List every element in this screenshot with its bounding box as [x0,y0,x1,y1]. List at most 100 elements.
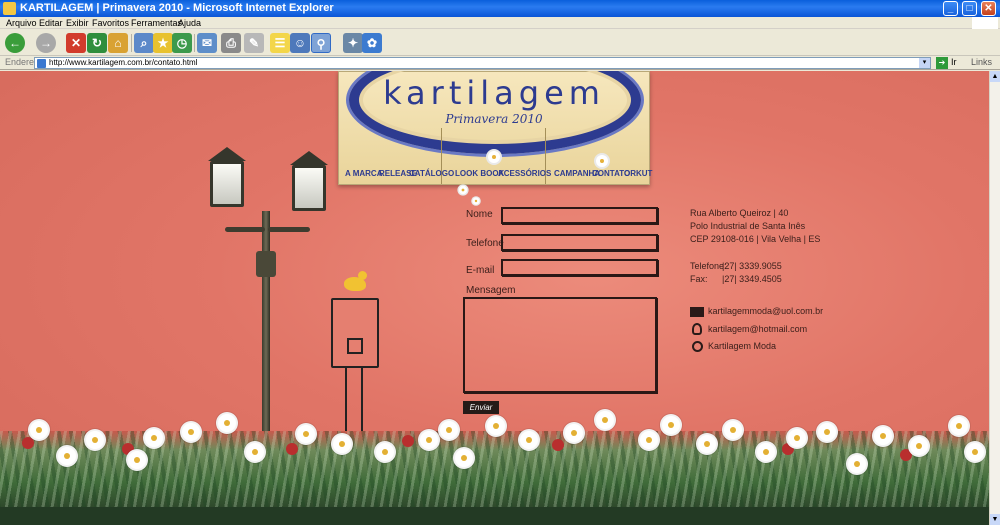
favorites-icon[interactable]: ★ [153,33,173,53]
contact-orkut-link[interactable]: Kartilagem Moda [708,341,776,351]
daisy-flower [520,431,538,449]
research-icon[interactable]: ⚲ [311,33,331,53]
print-icon[interactable]: ⎙ [221,33,241,53]
search-icon[interactable]: ⌕ [134,33,154,53]
nav-look-book[interactable]: LOOK BOOK [455,169,504,178]
mensagem-label: Mensagem [466,285,516,296]
mensagem-textarea[interactable] [463,297,657,393]
daisy-flower [950,417,968,435]
menu-exibir[interactable]: Exibir [66,17,89,29]
back-icon[interactable]: ← [5,33,25,53]
daisy-flower [246,443,264,461]
menu-arquivo[interactable]: Arquivo [6,17,37,29]
decor-flower [488,151,500,163]
daisy-flower [376,443,394,461]
address-field[interactable]: http://www.kartilagem.com.br/contato.htm… [34,57,931,69]
daisy-flower [724,421,742,439]
windows-logo [972,17,998,29]
close-button[interactable]: ✕ [981,1,996,16]
window-title: KARTILAGEM | Primavera 2010 - Microsoft … [20,2,334,14]
menu-ferramentas[interactable]: Ferramentas [131,17,182,29]
daisy-flower [182,423,200,441]
address-url[interactable]: http://www.kartilagem.com.br/contato.htm… [49,57,198,69]
lamp-ornament [256,251,276,277]
telefone-input[interactable] [501,234,658,251]
fax-info-value: |27| 3349.4505 [722,274,782,284]
stop-icon[interactable]: ✕ [66,33,86,53]
orkut-icon [692,341,703,352]
daisy-flower [640,431,658,449]
minimize-button[interactable]: _ [943,1,958,16]
daisy-flower [818,423,836,441]
home-icon[interactable]: ⌂ [108,33,128,53]
menu-ajuda[interactable]: Ajuda [178,17,201,29]
links-button[interactable]: Links [971,57,992,67]
ground-strip [0,507,989,525]
butterfly-icon[interactable]: ✿ [362,33,382,53]
daisy-flower [30,421,48,439]
discuss-icon[interactable]: ☰ [270,33,290,53]
daisy-flower [58,447,76,465]
menu-editar[interactable]: Editar [39,17,63,29]
mail-icon[interactable]: ✉ [197,33,217,53]
nav-a-marca[interactable]: A MARCA [345,169,382,178]
address-line-2: Polo Industrial de Santa Inês [690,221,806,231]
menu-bar: Arquivo Editar Exibir Favoritos Ferramen… [0,17,1000,29]
daisy-flower [420,431,438,449]
go-button[interactable]: Ir [951,57,957,67]
menu-favoritos[interactable]: Favoritos [92,17,129,29]
contact-msn-link[interactable]: kartilagem@hotmail.com [708,324,807,334]
season-title: Primavera 2010 [445,112,543,126]
nav-catalogo[interactable]: CATÁLOGO [409,169,454,178]
site-header: kartilagem Primavera 2010 A MARCA RELEAS… [338,71,652,185]
red-flower [552,439,564,451]
nome-input[interactable] [501,207,658,224]
go-arrow-icon[interactable]: ➔ [936,57,948,69]
daisy-flower [455,449,473,467]
daisy-flower [297,425,315,443]
daisy-flower [698,435,716,453]
daisy-flower [128,451,146,469]
red-flower [900,449,912,461]
nav-orkut[interactable]: ORKUT [624,169,652,178]
edit-icon[interactable]: ✎ [244,33,264,53]
address-bar: Endereço http://www.kartilagem.com.br/co… [0,56,1000,70]
msn-buddy-icon [692,323,702,335]
site-logo[interactable]: kartilagem [339,74,649,112]
address-dropdown-icon[interactable]: ▾ [919,58,930,68]
messenger-icon[interactable]: ☺ [290,33,310,53]
send-button[interactable]: Enviar [463,401,499,414]
nav-acessorios[interactable]: ACESSÓRIOS [498,169,551,178]
daisy-flower [757,443,775,461]
scroll-down-icon[interactable]: ▼ [990,514,1000,525]
bird-illustration [344,271,367,291]
maximize-button[interactable]: □ [962,1,977,16]
page-icon [37,59,46,68]
daisy-flower [848,455,866,473]
daisy-flower [487,417,505,435]
history-icon[interactable]: ◷ [172,33,192,53]
envelope-icon [690,307,704,317]
contact-email-link[interactable]: kartilagemmoda@uol.com.br [708,306,823,316]
daisy-flower [565,424,583,442]
forward-icon[interactable]: → [36,33,56,53]
daisy-flower [874,427,892,445]
daisy-flower [145,429,163,447]
email-input[interactable] [501,259,658,276]
lamp-cap-left [208,147,246,161]
refresh-icon[interactable]: ↻ [87,33,107,53]
daisy-flower [440,421,458,439]
red-flower [402,435,414,447]
daisy-flower [788,429,806,447]
decor-flower [458,185,468,195]
vertical-scrollbar[interactable]: ▲ ▼ [989,71,1000,525]
nome-label: Nome [466,209,493,220]
toolbar: ← → ✕ ↻ ⌂ ⌕ ★ ◷ ✉ ⎙ ✎ ☰ ☺ ⚲ ✦ ✿ [0,30,1000,56]
title-bar: KARTILAGEM | Primavera 2010 - Microsoft … [0,0,1000,17]
scroll-up-icon[interactable]: ▲ [990,71,1000,82]
lamp-cap-right [290,151,328,165]
msn-icon[interactable]: ✦ [343,33,363,53]
red-flower [286,443,298,455]
lamp-arm-left [225,227,265,232]
address-line-3: CEP 29108-016 | Vila Velha | ES [690,234,821,244]
